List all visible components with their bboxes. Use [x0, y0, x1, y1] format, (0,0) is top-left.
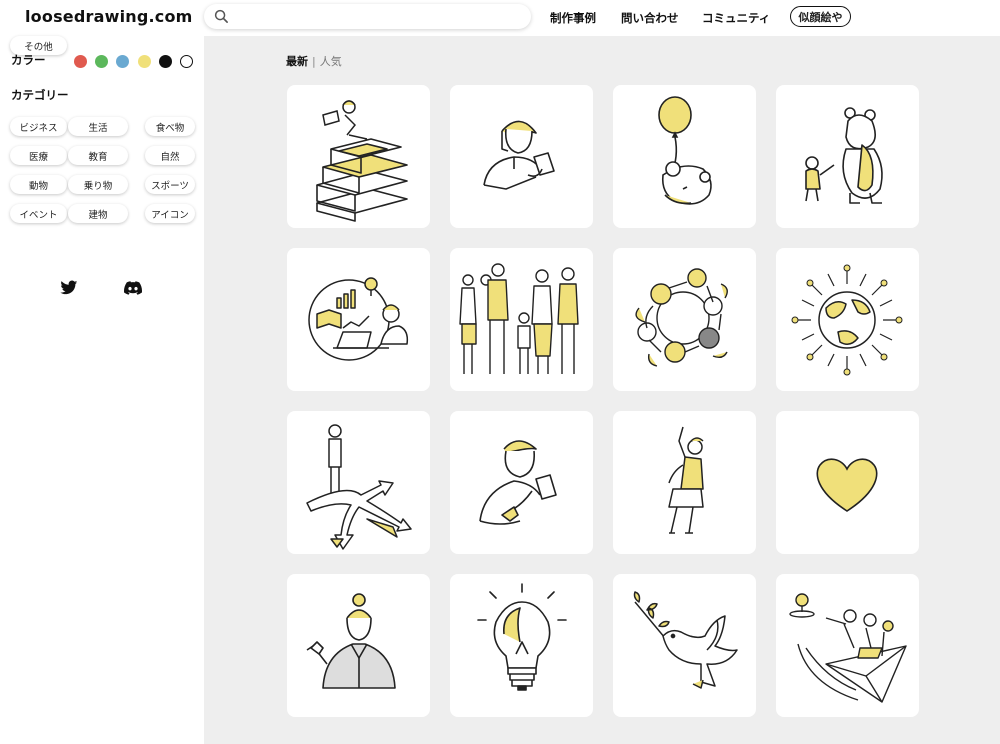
color-swatch[interactable]: [159, 55, 172, 68]
illustration-card[interactable]: [776, 248, 919, 391]
category-tag[interactable]: その他: [10, 36, 67, 55]
illustration-card[interactable]: [613, 411, 756, 554]
category-tag[interactable]: 乗り物: [68, 175, 128, 194]
main-content: 最新 | 人気: [204, 36, 1000, 744]
paper-plane-team-illustration: [789, 593, 907, 703]
business-woman-illustration: [306, 593, 396, 689]
search-icon: [214, 9, 228, 23]
color-swatch[interactable]: [116, 55, 129, 68]
sort-popular[interactable]: 人気: [320, 55, 342, 68]
cheering-woman-illustration: [668, 426, 704, 534]
earth-circle-illustration: [791, 264, 903, 376]
smartphone-woman-illustration: [483, 120, 555, 190]
search-input[interactable]: [237, 9, 517, 24]
category-title: カテゴリー: [11, 88, 69, 102]
sidebar: カラー カテゴリー ビジネス 生活 食べ物 医療 教育 自然 動物 乗り物 スポーツ イベント 建物…: [0, 36, 204, 744]
illustration-card[interactable]: [450, 574, 593, 717]
illustration-card[interactable]: [613, 574, 756, 717]
heart-illustration: [816, 458, 878, 512]
illustration-card[interactable]: [287, 574, 430, 717]
illustration-card[interactable]: [776, 411, 919, 554]
category-tag[interactable]: 動物: [10, 175, 67, 194]
search-bar[interactable]: [204, 4, 531, 29]
balloon-bear-illustration: [658, 96, 712, 205]
smartphone-man-illustration: [479, 440, 557, 525]
category-tag[interactable]: ビジネス: [10, 117, 67, 136]
illustration-card[interactable]: [613, 248, 756, 391]
family-group-illustration: [459, 263, 579, 374]
category-tag[interactable]: イベント: [10, 204, 67, 223]
nav-contact[interactable]: 問い合わせ: [621, 10, 679, 26]
category-tag[interactable]: 教育: [68, 146, 128, 165]
illustration-card[interactable]: [776, 85, 919, 228]
illustration-card[interactable]: [287, 85, 430, 228]
twitter-icon[interactable]: [60, 280, 78, 296]
illustration-card[interactable]: [450, 248, 593, 391]
sort-divider: |: [312, 55, 316, 68]
color-swatch[interactable]: [95, 55, 108, 68]
books-reading-illustration: [316, 100, 408, 222]
discord-icon[interactable]: [124, 280, 142, 296]
sort-latest[interactable]: 最新: [286, 55, 308, 68]
illustration-card[interactable]: [287, 248, 430, 391]
light-bulb-illustration: [477, 583, 567, 691]
color-swatch[interactable]: [74, 55, 87, 68]
illustration-card[interactable]: [450, 85, 593, 228]
category-tag[interactable]: 医療: [10, 146, 67, 165]
category-tag[interactable]: アイコン: [145, 204, 195, 223]
color-swatch[interactable]: [138, 55, 151, 68]
kids-circle-illustration: [635, 268, 728, 367]
category-tag[interactable]: 建物: [68, 204, 128, 223]
site-header: loosedrawing.com 制作事例 問い合わせ コミュニティ 似顔絵や: [0, 0, 1000, 36]
site-logo[interactable]: loosedrawing.com: [25, 7, 193, 26]
illustration-card[interactable]: [613, 85, 756, 228]
category-tag[interactable]: 生活: [68, 117, 128, 136]
illustration-card[interactable]: [287, 411, 430, 554]
category-tag[interactable]: スポーツ: [145, 175, 195, 194]
bear-and-friend-illustration: [805, 107, 883, 204]
nav-works[interactable]: 制作事例: [550, 10, 596, 26]
nav-community[interactable]: コミュニティ: [702, 10, 770, 26]
crossroad-arrows-illustration: [306, 424, 412, 550]
illustration-card[interactable]: [776, 574, 919, 717]
data-analysis-illustration: [308, 277, 409, 361]
illustration-card[interactable]: [450, 411, 593, 554]
sort-tabs: 最新 | 人気: [286, 53, 342, 69]
category-tag[interactable]: 自然: [145, 146, 195, 165]
dove-olive-illustration: [633, 591, 738, 689]
category-tag[interactable]: 食べ物: [145, 117, 195, 136]
portrait-button[interactable]: 似顔絵や: [790, 6, 851, 27]
color-swatch[interactable]: [180, 55, 193, 68]
